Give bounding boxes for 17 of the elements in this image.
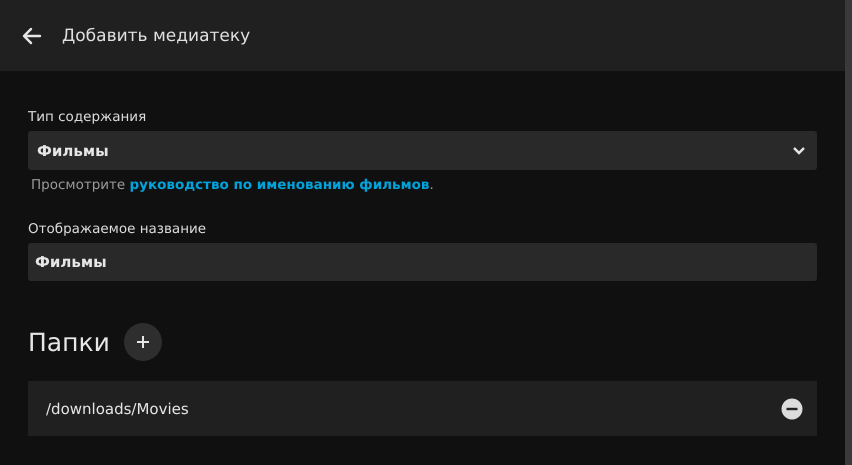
chevron-down-icon	[792, 146, 806, 156]
remove-folder-button[interactable]	[781, 398, 803, 420]
display-name-field[interactable]: Фильмы	[28, 243, 817, 281]
back-arrow-icon	[22, 26, 42, 44]
minus-circle-icon	[781, 398, 803, 420]
hint-text: Просмотрите руководство по именованию фильмов.	[31, 177, 435, 193]
naming-guide-link[interactable]: руководство по именованию фильмов	[130, 177, 430, 193]
page-title: Добавить медиатеку	[62, 26, 250, 46]
content-type-select[interactable]: Фильмы	[28, 131, 817, 170]
add-folder-button[interactable]	[124, 323, 162, 361]
scrollbar[interactable]	[845, 0, 852, 465]
folder-path: /downloads/Movies	[46, 400, 189, 418]
plus-icon	[136, 336, 149, 348]
section-heading: Папки	[28, 328, 110, 356]
field-label: Отображаемое название	[28, 221, 208, 237]
field-label: Тип содержания	[28, 109, 148, 125]
back-button[interactable]	[22, 26, 42, 44]
